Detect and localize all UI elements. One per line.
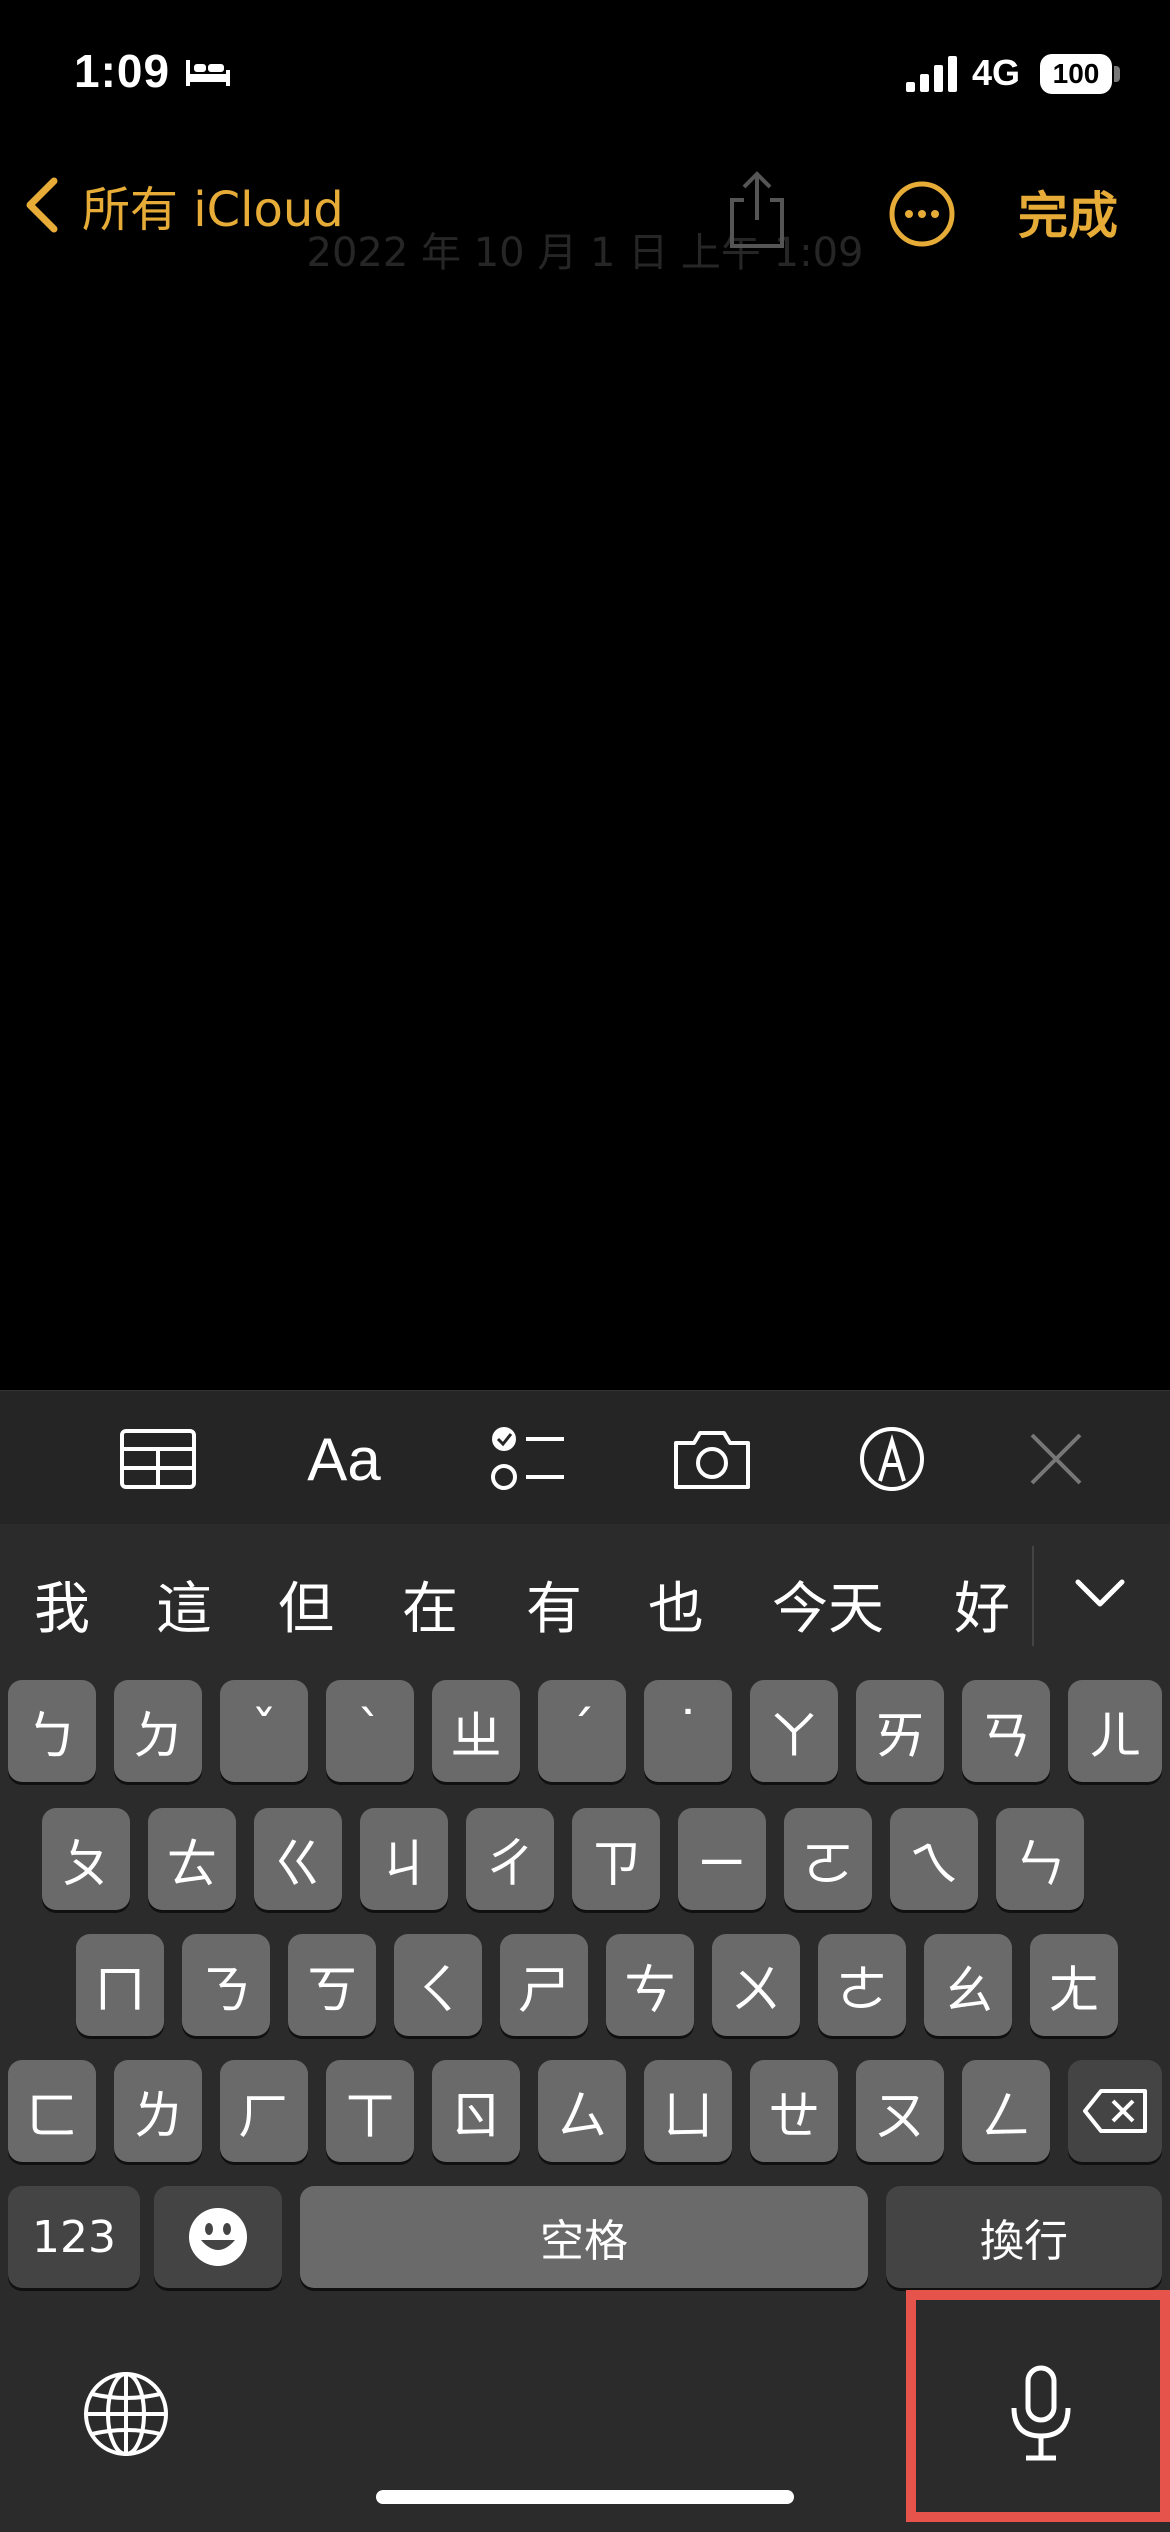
checklist-icon	[491, 1427, 564, 1490]
return-key-label: 換行	[980, 2216, 1068, 2267]
key[interactable]: ˊ	[538, 1680, 626, 1782]
key[interactable]: ㄆ	[42, 1808, 130, 1910]
candidate-word[interactable]: 我	[34, 1564, 90, 1645]
key[interactable]: ㄟ	[890, 1808, 978, 1910]
backspace-key[interactable]	[1068, 2060, 1162, 2162]
backspace-icon	[1083, 2089, 1147, 2133]
status-time: 1:09	[74, 45, 171, 97]
battery-level: 100	[1052, 58, 1100, 89]
candidate-word[interactable]: 有	[526, 1564, 582, 1645]
key[interactable]: ㄋ	[182, 1934, 270, 2036]
key[interactable]: ㄔ	[466, 1808, 554, 1910]
camera-button[interactable]	[672, 1421, 752, 1497]
camera-icon	[674, 1431, 750, 1489]
key[interactable]: ㄗ	[572, 1808, 660, 1910]
key[interactable]: ㄎ	[288, 1934, 376, 2036]
key[interactable]: ㄡ	[856, 2060, 944, 2162]
key[interactable]: ㄥ	[962, 2060, 1050, 2162]
done-button[interactable]: 完成	[1018, 176, 1118, 248]
key[interactable]: ㄦ	[1068, 1680, 1162, 1782]
key[interactable]: ㄣ	[996, 1808, 1084, 1910]
key[interactable]: ㄕ	[500, 1934, 588, 2036]
key[interactable]: ㄊ	[148, 1808, 236, 1910]
key[interactable]: ㄅ	[8, 1680, 96, 1782]
home-indicator	[376, 2490, 794, 2504]
status-bar: 1:09 4G 100	[0, 0, 1170, 150]
key[interactable]: ㄢ	[962, 1680, 1050, 1782]
candidate-word[interactable]: 也	[648, 1564, 704, 1645]
candidate-word[interactable]: 今天	[772, 1564, 884, 1645]
battery-nub	[1114, 66, 1120, 82]
space-key[interactable]: 空格	[300, 2186, 868, 2288]
key[interactable]: ㄓ	[432, 1680, 520, 1782]
key[interactable]: ㄙ	[538, 2060, 626, 2162]
network-type: 4G	[972, 52, 1021, 93]
key[interactable]: ㄠ	[924, 1934, 1012, 2036]
return-key[interactable]: 換行	[886, 2186, 1162, 2288]
battery-icon: 100	[1040, 54, 1112, 94]
key[interactable]: ㄧ	[678, 1808, 766, 1910]
key[interactable]: ㄌ	[114, 2060, 202, 2162]
note-date: 2022 年 10 月 1 日 上午 1:09	[306, 230, 864, 276]
emoji-key[interactable]	[154, 2186, 282, 2288]
key[interactable]: ㄚ	[750, 1680, 838, 1782]
space-key-label: 空格	[540, 2216, 628, 2267]
markup-button[interactable]	[852, 1421, 932, 1497]
more-options-icon[interactable]	[888, 180, 956, 248]
markup-pen-icon	[860, 1427, 924, 1491]
candidate-word[interactable]: 但	[278, 1564, 334, 1645]
candidate-bar: 我 這 但 在 有 也 今天 好	[0, 1524, 1170, 1668]
key[interactable]: ˋ	[326, 1680, 414, 1782]
emoji-icon	[189, 2208, 247, 2266]
numbers-key-label: 123	[32, 2211, 116, 2263]
candidate-word[interactable]: 在	[402, 1564, 458, 1645]
candidate-word[interactable]: 這	[156, 1564, 212, 1645]
key[interactable]: ㄒ	[326, 2060, 414, 2162]
checklist-button[interactable]	[488, 1421, 568, 1497]
close-toolbar-button[interactable]	[1016, 1421, 1096, 1497]
key[interactable]: ㄞ	[856, 1680, 944, 1782]
key[interactable]: ㄇ	[76, 1934, 164, 2036]
cellular-signal-icon	[906, 56, 957, 92]
key[interactable]: ㄜ	[818, 1934, 906, 2036]
key[interactable]: ㄍ	[254, 1808, 342, 1910]
numbers-key[interactable]: 123	[8, 2186, 140, 2288]
key[interactable]: ㄤ	[1030, 1934, 1118, 2036]
candidate-word[interactable]: 好	[954, 1564, 1010, 1645]
key[interactable]: ㄑ	[394, 1934, 482, 2036]
key[interactable]: ㄘ	[606, 1934, 694, 2036]
key[interactable]: ㄛ	[784, 1808, 872, 1910]
table-icon	[120, 1429, 196, 1489]
table-button[interactable]	[118, 1421, 198, 1497]
key[interactable]: ˙	[644, 1680, 732, 1782]
key[interactable]: ㄏ	[220, 2060, 308, 2162]
microphone-icon[interactable]	[1006, 2364, 1076, 2464]
text-style-button[interactable]: Aa	[304, 1421, 384, 1497]
key[interactable]: ㄐ	[360, 1808, 448, 1910]
formatting-toolbar: Aa	[0, 1390, 1170, 1524]
sleep-bed-icon	[186, 60, 230, 86]
close-icon	[1030, 1433, 1082, 1485]
key[interactable]: ㄉ	[114, 1680, 202, 1782]
key[interactable]: ㄈ	[8, 2060, 96, 2162]
key[interactable]: ㄖ	[432, 2060, 520, 2162]
candidate-divider	[1032, 1546, 1034, 1646]
chevron-down-icon[interactable]	[1070, 1568, 1130, 1618]
key[interactable]: ˇ	[220, 1680, 308, 1782]
key[interactable]: ㄩ	[644, 2060, 732, 2162]
globe-icon[interactable]	[82, 2370, 170, 2458]
share-icon[interactable]	[722, 170, 792, 250]
key[interactable]: ㄝ	[750, 2060, 838, 2162]
key[interactable]: ㄨ	[712, 1934, 800, 2036]
navigation-bar: 所有 iCloud 2022 年 10 月 1 日 上午 1:09 完成	[0, 150, 1170, 276]
